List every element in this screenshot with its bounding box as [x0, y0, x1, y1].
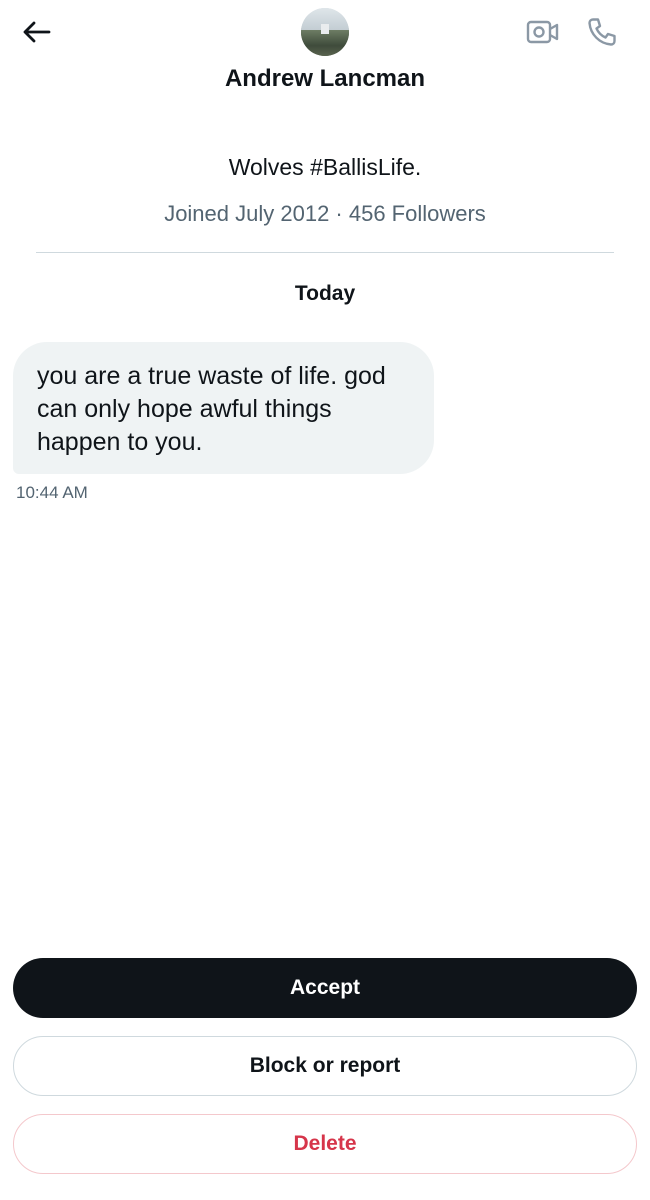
top-bar: Andrew Lancman	[0, 0, 650, 100]
message-bubble[interactable]: you are a true waste of life. god can on…	[13, 342, 434, 474]
arrow-left-icon	[23, 21, 51, 43]
video-camera-icon	[526, 20, 559, 44]
video-call-button[interactable]	[524, 14, 562, 50]
phone-icon	[588, 18, 616, 46]
divider	[36, 252, 614, 253]
message-timestamp: 10:44 AM	[16, 483, 88, 502]
profile-meta: Joined July 2012 · 456 Followers	[164, 201, 486, 226]
avatar[interactable]	[301, 8, 349, 56]
block-or-report-button[interactable]: Block or report	[13, 1036, 637, 1096]
voice-call-button[interactable]	[582, 12, 622, 52]
accept-button[interactable]: Accept	[13, 958, 637, 1018]
profile-bio: Wolves #BallisLife.	[228, 154, 422, 180]
avatar-building	[321, 24, 329, 34]
day-label: Today	[294, 282, 356, 305]
back-button[interactable]	[18, 14, 54, 50]
delete-button[interactable]: Delete	[13, 1114, 637, 1174]
profile-name: Andrew Lancman	[224, 65, 426, 92]
